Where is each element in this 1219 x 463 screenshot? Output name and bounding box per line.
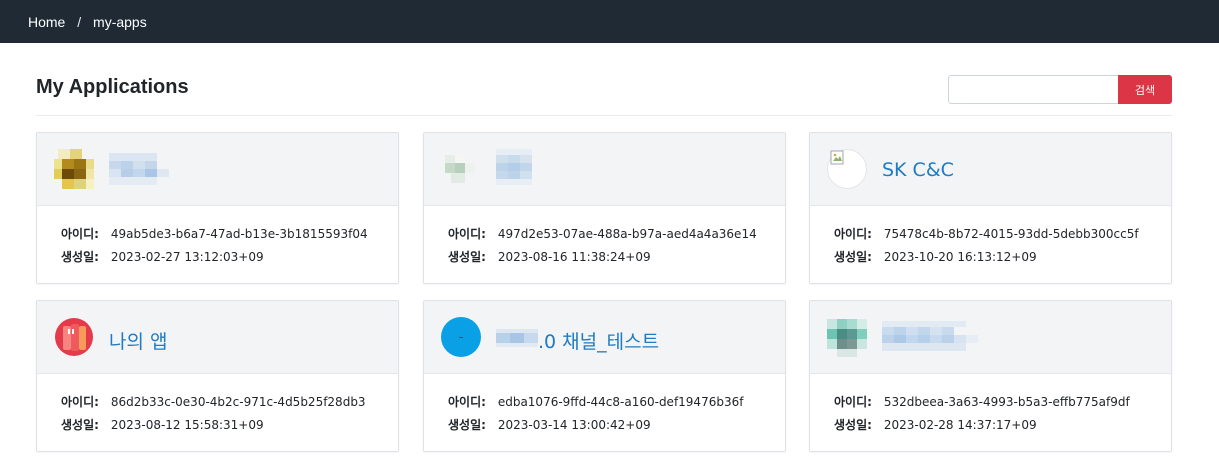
app-id-row: 아이디: 75478c4b-8b72-4015-93dd-5debb300cc5… (834, 225, 1171, 248)
app-card-body: 아이디: 497d2e53-07ae-488a-b97a-aed4a4a36e1… (424, 206, 785, 271)
app-id-value: 532dbeea-3a63-4993-b5a3-effb775af9df (883, 395, 1130, 409)
app-created-label: 생성일: (61, 418, 99, 432)
app-created-value: 2023-10-20 16:13:12+09 (883, 250, 1037, 264)
app-id-row: 아이디: 49ab5de3-b6a7-47ad-b13e-3b1815593f0… (61, 225, 398, 248)
app-card[interactable]: 아이디: 497d2e53-07ae-488a-b97a-aed4a4a36e1… (423, 132, 786, 284)
app-card-header (810, 301, 1171, 374)
app-created-value: 2023-02-28 14:37:17+09 (883, 418, 1037, 432)
breadcrumb: Home / my-apps (28, 14, 147, 30)
app-created-row: 생성일: 2023-02-28 14:37:17+09 (834, 416, 1171, 439)
app-card-header: 나의 앱 (37, 301, 398, 374)
app-created-label: 생성일: (834, 418, 872, 432)
blue-circle-icon (441, 317, 481, 357)
app-name-link[interactable]: 나의 앱 (109, 327, 167, 354)
app-created-label: 생성일: (834, 250, 872, 264)
search-button[interactable]: 검색 (1118, 75, 1172, 104)
top-navbar: Home / my-apps (0, 0, 1219, 43)
header-divider (36, 115, 1172, 116)
blurred-name-icon (496, 149, 532, 185)
breadcrumb-separator: / (77, 13, 82, 30)
app-card-header (37, 133, 398, 206)
app-card-header (424, 133, 785, 206)
app-id-row: 아이디: 532dbeea-3a63-4993-b5a3-effb775af9d… (834, 393, 1171, 416)
app-card-body: 아이디: 49ab5de3-b6a7-47ad-b13e-3b1815593f0… (37, 206, 398, 271)
app-created-row: 생성일: 2023-03-14 13:00:42+09 (448, 416, 785, 439)
blurred-logo-icon (441, 149, 481, 189)
app-created-label: 생성일: (448, 250, 486, 264)
app-name-link[interactable]: .0 채널_테스트 (538, 327, 659, 354)
app-id-value: 497d2e53-07ae-488a-b97a-aed4a4a36e14 (497, 227, 757, 241)
breadcrumb-current: my-apps (93, 13, 147, 30)
app-card-body: 아이디: 532dbeea-3a63-4993-b5a3-effb775af9d… (810, 374, 1171, 439)
search-input[interactable] (948, 75, 1119, 104)
app-id-row: 아이디: 86d2b33c-0e30-4b2c-971c-4d5b25f28db… (61, 393, 398, 416)
app-created-row: 생성일: 2023-08-16 11:38:24+09 (448, 248, 785, 271)
app-name-link[interactable]: SK C&C (882, 159, 954, 181)
blurred-logo-icon (54, 149, 94, 189)
breadcrumb-home-link[interactable]: Home (28, 14, 65, 30)
red-app-icon (55, 318, 93, 356)
app-card-body: 아이디: edba1076-9ffd-44c8-a160-def19476b36… (424, 374, 785, 439)
blurred-logo-icon (827, 317, 867, 357)
app-card[interactable]: SK C&C 아이디: 75478c4b-8b72-4015-93dd-5deb… (809, 132, 1172, 284)
app-card[interactable]: 아이디: 49ab5de3-b6a7-47ad-b13e-3b1815593f0… (36, 132, 399, 284)
app-card[interactable]: 아이디: 532dbeea-3a63-4993-b5a3-effb775af9d… (809, 300, 1172, 452)
app-id-row: 아이디: edba1076-9ffd-44c8-a160-def19476b36… (448, 393, 785, 416)
blurred-name-icon (496, 329, 538, 347)
page-title: My Applications (36, 76, 189, 98)
blurred-name-icon (109, 153, 169, 185)
app-id-label: 아이디: (834, 395, 872, 409)
app-card-body: 아이디: 86d2b33c-0e30-4b2c-971c-4d5b25f28db… (37, 374, 398, 439)
page-header: My Applications 검색 (36, 75, 1172, 105)
app-id-label: 아이디: (448, 227, 486, 241)
app-created-value: 2023-08-16 11:38:24+09 (497, 250, 651, 264)
app-created-label: 생성일: (61, 250, 99, 264)
app-card-body: 아이디: 75478c4b-8b72-4015-93dd-5debb300cc5… (810, 206, 1171, 271)
app-created-value: 2023-03-14 13:00:42+09 (497, 418, 651, 432)
app-id-value: 49ab5de3-b6a7-47ad-b13e-3b1815593f04 (110, 227, 368, 241)
app-card-header: SK C&C (810, 133, 1171, 206)
app-created-value: 2023-02-27 13:12:03+09 (110, 250, 264, 264)
app-id-label: 아이디: (448, 395, 486, 409)
app-id-value: 75478c4b-8b72-4015-93dd-5debb300cc5f (883, 227, 1139, 241)
blurred-name-icon (882, 321, 978, 351)
app-created-row: 생성일: 2023-10-20 16:13:12+09 (834, 248, 1171, 271)
app-card[interactable]: .0 채널_테스트 아이디: edba1076-9ffd-44c8-a160-d… (423, 300, 786, 452)
app-created-row: 생성일: 2023-08-12 15:58:31+09 (61, 416, 398, 439)
app-id-label: 아이디: (61, 227, 99, 241)
app-card-header: .0 채널_테스트 (424, 301, 785, 374)
app-id-label: 아이디: (61, 395, 99, 409)
app-id-label: 아이디: (834, 227, 872, 241)
app-created-row: 생성일: 2023-02-27 13:12:03+09 (61, 248, 398, 271)
app-created-label: 생성일: (448, 418, 486, 432)
app-id-value: 86d2b33c-0e30-4b2c-971c-4d5b25f28db3 (110, 395, 366, 409)
app-id-value: edba1076-9ffd-44c8-a160-def19476b36f (497, 395, 744, 409)
app-created-value: 2023-08-12 15:58:31+09 (110, 418, 264, 432)
app-card[interactable]: 나의 앱 아이디: 86d2b33c-0e30-4b2c-971c-4d5b25… (36, 300, 399, 452)
app-id-row: 아이디: 497d2e53-07ae-488a-b97a-aed4a4a36e1… (448, 225, 785, 248)
broken-image-icon (827, 149, 867, 189)
